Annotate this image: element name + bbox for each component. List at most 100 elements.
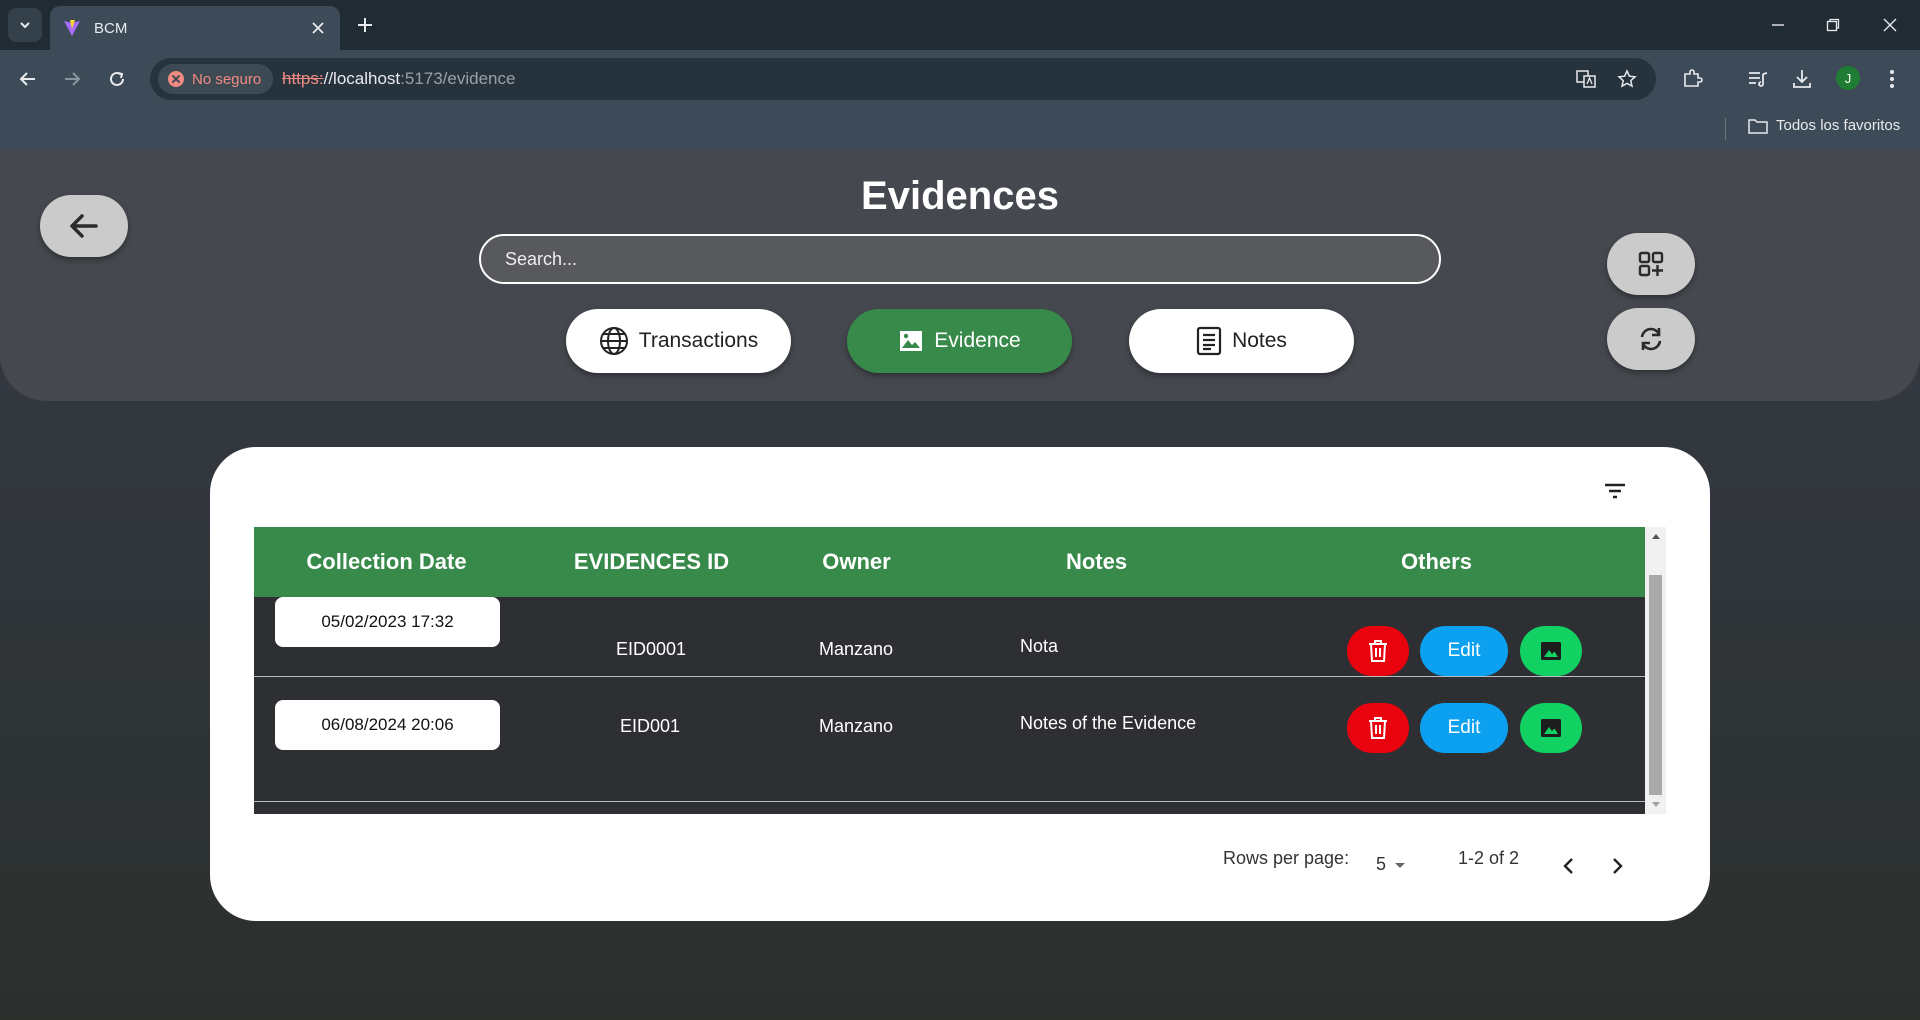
rows-per-page-label: Rows per page: xyxy=(1223,848,1350,868)
column-header-collection-date[interactable]: Collection Date xyxy=(254,527,519,597)
tab-transactions[interactable]: Transactions xyxy=(566,309,791,373)
url-host: //localhost xyxy=(323,69,401,88)
column-header-owner[interactable]: Owner xyxy=(784,527,929,597)
browser-tab[interactable]: BCM xyxy=(50,6,340,50)
refresh-icon xyxy=(1640,327,1662,351)
scroll-down-arrow-icon[interactable] xyxy=(1645,796,1666,814)
forward-nav-button[interactable] xyxy=(57,64,87,94)
trash-icon xyxy=(1369,640,1387,662)
notes-cell: Notes of the Evidence xyxy=(1020,713,1197,733)
browser-toolbar: No seguro https://localhost:5173/evidenc… xyxy=(0,50,1920,108)
address-bar[interactable]: No seguro https://localhost:5173/evidenc… xyxy=(150,58,1656,100)
rows-per-page-select[interactable]: 5 xyxy=(1376,854,1406,875)
all-bookmarks-button[interactable]: Todos los favoritos xyxy=(1748,117,1900,134)
page-title: Evidences xyxy=(861,174,1059,218)
tab-transactions-label: Transactions xyxy=(638,329,759,352)
column-header-others[interactable]: Others xyxy=(1264,527,1609,597)
warning-icon xyxy=(168,71,184,87)
tab-title: BCM xyxy=(94,19,128,37)
filter-list-icon xyxy=(1605,483,1625,499)
tab-evidence[interactable]: Evidence xyxy=(847,309,1072,373)
evidence-id-cell: EID0001 xyxy=(616,639,687,659)
minimize-button[interactable] xyxy=(1764,12,1792,38)
url-path: :5173/evidence xyxy=(400,69,516,88)
all-bookmarks-label: Todos los favoritos xyxy=(1776,117,1901,134)
notes-cell: Nota xyxy=(1020,636,1059,656)
bookmarks-bar: Todos los favoritos xyxy=(0,108,1920,150)
add-grid-icon xyxy=(1638,251,1664,277)
security-indicator[interactable]: No seguro xyxy=(158,64,274,94)
minimize-icon xyxy=(1772,24,1784,26)
browser-tab-bar: BCM xyxy=(0,0,1920,50)
filter-button[interactable] xyxy=(1595,471,1635,511)
image-icon xyxy=(1541,642,1561,660)
previous-page-button[interactable] xyxy=(1551,849,1585,883)
reload-icon xyxy=(110,71,124,86)
table-row[interactable]: 06/08/2024 20:06 EID001 Manzano Notes of… xyxy=(254,677,1645,802)
download-icon[interactable] xyxy=(1787,64,1817,94)
tab-search-button[interactable] xyxy=(8,8,42,42)
search-field[interactable] xyxy=(479,234,1441,284)
tab-notes[interactable]: Notes xyxy=(1129,309,1354,373)
media-controls-icon[interactable] xyxy=(1743,64,1773,94)
delete-button[interactable] xyxy=(1347,703,1409,753)
reload-button[interactable] xyxy=(102,64,132,94)
next-page-button[interactable] xyxy=(1601,849,1635,883)
app-header: Evidences Transactions Evidence Notes xyxy=(0,150,1920,401)
view-image-button[interactable] xyxy=(1520,626,1582,676)
owner-cell: Manzano xyxy=(819,716,894,736)
vite-logo-icon xyxy=(64,20,80,36)
evidence-table: 05/02/2023 17:32 EID0001 Manzano Nota Ed… xyxy=(254,527,1666,814)
profile-avatar[interactable]: J xyxy=(1836,66,1860,90)
url-scheme: https: xyxy=(282,69,324,88)
collection-date-cell: 05/02/2023 17:32 xyxy=(275,597,500,647)
extensions-icon[interactable] xyxy=(1677,64,1707,94)
back-nav-button[interactable] xyxy=(13,64,43,94)
collection-date-cell: 06/08/2024 20:06 xyxy=(275,700,500,750)
bookmarks-divider xyxy=(1725,118,1726,140)
evidence-table-card: 05/02/2023 17:32 EID0001 Manzano Nota Ed… xyxy=(210,447,1710,921)
search-input[interactable] xyxy=(505,248,1415,270)
restore-button[interactable] xyxy=(1819,12,1847,38)
column-header-evidences-id[interactable]: EVIDENCES ID xyxy=(519,527,784,597)
evidence-id-cell: EID001 xyxy=(620,716,681,736)
chevron-down-icon xyxy=(20,22,30,29)
new-tab-button[interactable] xyxy=(352,12,378,38)
close-tab-icon[interactable] xyxy=(308,18,328,38)
table-scrollbar[interactable] xyxy=(1645,527,1666,814)
dropdown-arrow-icon xyxy=(1395,862,1406,868)
scrollbar-thumb[interactable] xyxy=(1649,575,1662,795)
column-header-notes[interactable]: Notes xyxy=(929,527,1264,597)
chevron-left-icon xyxy=(1563,858,1573,874)
tab-notes-label: Notes xyxy=(1232,329,1287,352)
trash-icon xyxy=(1369,717,1387,739)
delete-button[interactable] xyxy=(1347,626,1409,676)
restore-icon xyxy=(1826,18,1840,32)
table-header: Collection Date EVIDENCES ID Owner Notes… xyxy=(254,527,1645,597)
bookmark-star-icon[interactable] xyxy=(1616,68,1638,90)
tab-evidence-label: Evidence xyxy=(934,329,1021,352)
add-widget-button[interactable] xyxy=(1607,233,1695,295)
pagination-range: 1-2 of 2 xyxy=(1458,848,1520,868)
owner-cell: Manzano xyxy=(819,639,894,659)
edit-button[interactable]: Edit xyxy=(1420,703,1508,753)
kebab-menu-icon[interactable] xyxy=(1877,64,1907,94)
edit-button[interactable]: Edit xyxy=(1420,626,1508,676)
arrow-right-icon xyxy=(65,72,81,86)
scroll-up-arrow-icon[interactable] xyxy=(1645,527,1666,545)
close-window-button[interactable] xyxy=(1876,12,1904,38)
chevron-right-icon xyxy=(1613,858,1623,874)
view-image-button[interactable] xyxy=(1520,703,1582,753)
image-icon xyxy=(1541,719,1561,737)
url-text[interactable]: https://localhost:5173/evidence xyxy=(282,69,515,89)
translate-icon[interactable] xyxy=(1575,68,1597,90)
image-icon xyxy=(900,331,923,351)
close-icon xyxy=(1883,18,1897,32)
folder-icon xyxy=(1748,118,1768,134)
refresh-button[interactable] xyxy=(1607,308,1695,370)
document-icon xyxy=(1196,326,1222,356)
globe-icon xyxy=(599,327,628,355)
arrow-left-icon xyxy=(19,72,35,86)
security-label: No seguro xyxy=(192,70,262,88)
plus-icon xyxy=(358,18,372,32)
